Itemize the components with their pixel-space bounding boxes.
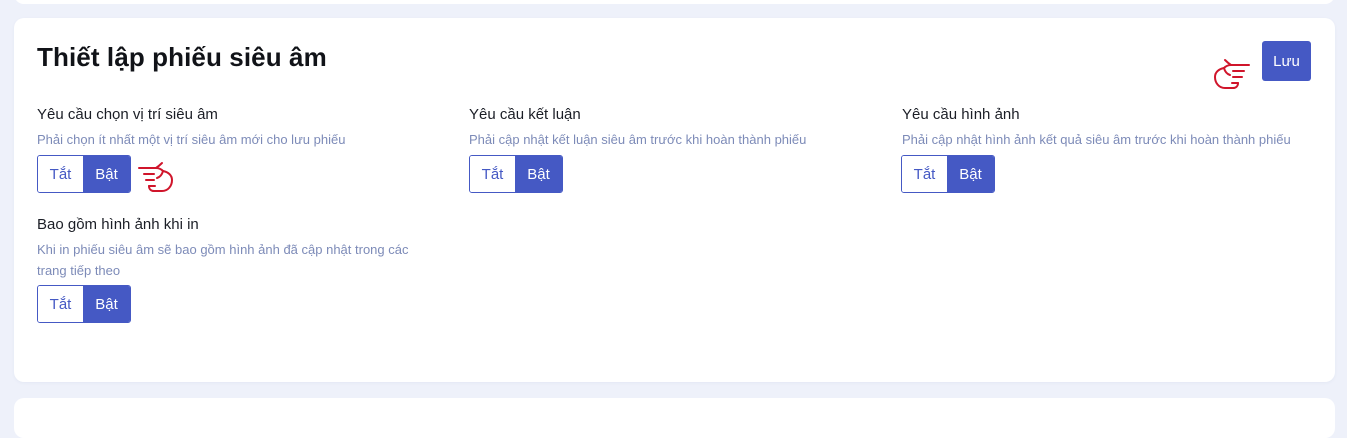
setting-title: Yêu cầu chọn vị trí siêu âm	[37, 106, 218, 123]
toggle-on-button[interactable]: Bật	[83, 156, 130, 192]
save-button[interactable]: Lưu	[1262, 41, 1311, 81]
toggle-require-conclusion: Tắt Bật	[469, 155, 563, 193]
setting-title: Yêu cầu kết luận	[469, 106, 581, 123]
setting-require-image: Yêu cầu hình ảnh Phải cập nhật hình ảnh …	[902, 106, 1322, 150]
bottom-card	[14, 398, 1335, 438]
page-title: Thiết lập phiếu siêu âm	[37, 42, 327, 72]
setting-description-line: Khi in phiếu siêu âm sẽ bao gồm hình ảnh…	[37, 242, 409, 257]
setting-description-line: trang tiếp theo	[37, 263, 121, 278]
setting-description: Khi in phiếu siêu âm sẽ bao gồm hình ảnh…	[37, 239, 457, 281]
setting-description: Phải cập nhật hình ảnh kết quả siêu âm t…	[902, 132, 1291, 147]
toggle-on-button[interactable]: Bật	[83, 286, 130, 322]
setting-include-image-print: Bao gồm hình ảnh khi in Khi in phiếu siê…	[37, 216, 457, 281]
toggle-require-image: Tắt Bật	[901, 155, 995, 193]
toggle-off-button[interactable]: Tắt	[470, 156, 515, 192]
pointing-hand-icon	[138, 162, 173, 192]
toggle-on-button[interactable]: Bật	[515, 156, 562, 192]
toggle-off-button[interactable]: Tắt	[38, 156, 83, 192]
toggle-on-button[interactable]: Bật	[947, 156, 994, 192]
setting-description: Phải chọn ít nhất một vị trí siêu âm mới…	[37, 132, 346, 147]
top-card	[14, 0, 1335, 4]
pointing-hand-icon	[1214, 59, 1250, 89]
toggle-off-button[interactable]: Tắt	[902, 156, 947, 192]
toggle-include-image-print: Tắt Bật	[37, 285, 131, 323]
setting-require-conclusion: Yêu cầu kết luận Phải cập nhật kết luận …	[469, 106, 889, 150]
setting-title: Yêu cầu hình ảnh	[902, 106, 1020, 123]
setting-description: Phải cập nhật kết luận siêu âm trước khi…	[469, 132, 807, 147]
setting-title: Bao gồm hình ảnh khi in	[37, 216, 199, 233]
toggle-off-button[interactable]: Tắt	[38, 286, 83, 322]
toggle-select-position: Tắt Bật	[37, 155, 131, 193]
setting-select-position: Yêu cầu chọn vị trí siêu âm Phải chọn ít…	[37, 106, 437, 150]
